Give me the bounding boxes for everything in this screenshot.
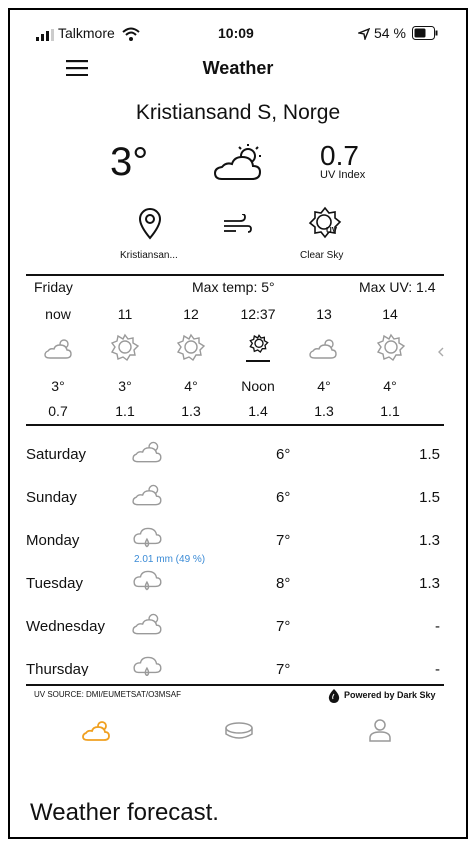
rain-cloud-icon bbox=[132, 567, 164, 598]
sky-label: Clear Sky bbox=[300, 250, 344, 261]
location-title: Kristiansand S, Norge bbox=[135, 101, 341, 124]
hour-temp: 4° bbox=[383, 378, 397, 394]
sun-icon bbox=[249, 334, 269, 359]
hour-temp: 4° bbox=[184, 378, 198, 394]
forecast-uv: 1.3 bbox=[419, 575, 440, 592]
forecast-temp: 6° bbox=[276, 446, 291, 463]
forecast-temp: 6° bbox=[276, 489, 291, 506]
rain-cloud-icon bbox=[132, 524, 164, 555]
location-info[interactable]: Kristiansan... bbox=[112, 208, 188, 264]
divider bbox=[26, 424, 444, 426]
uv-index-label: UV Index bbox=[320, 169, 366, 181]
sun-uv-icon: UV bbox=[308, 206, 342, 245]
hourly-labels: now 11 12 12:37 13 14 bbox=[0, 306, 476, 326]
hour-uv: 1.3 bbox=[181, 403, 201, 419]
weather-tab-icon[interactable] bbox=[82, 718, 112, 747]
hour-label: 14 bbox=[382, 306, 398, 322]
wind-icon[interactable] bbox=[222, 213, 252, 241]
caption: Weather forecast. bbox=[30, 799, 219, 826]
battery-icon bbox=[412, 26, 438, 45]
hourly-temps: 3° 3° 4° Noon 4° 4° bbox=[0, 378, 476, 398]
hour-uv: 1.1 bbox=[115, 403, 135, 419]
forecast-uv: - bbox=[435, 661, 440, 676]
forecast-uv: 1.3 bbox=[419, 532, 440, 549]
hour-temp: 3° bbox=[51, 378, 65, 394]
hour-temp: Noon bbox=[241, 378, 275, 394]
partly-cloudy-icon bbox=[212, 142, 266, 187]
forecast-list[interactable]: Saturday 6° 1.5 Sunday 6° 1.5 Monday 2.0… bbox=[0, 436, 476, 676]
forecast-uv: - bbox=[435, 618, 440, 635]
forecast-temp: 8° bbox=[276, 575, 291, 592]
today-max-temp: Max temp: 5° bbox=[192, 279, 275, 295]
dark-sky-logo-icon bbox=[328, 689, 340, 708]
location-short-label: Kristiansan... bbox=[120, 250, 178, 261]
partly-cloudy-icon bbox=[309, 336, 339, 365]
hour-label: 13 bbox=[316, 306, 332, 322]
divider bbox=[26, 684, 444, 686]
forecast-day: Sunday bbox=[26, 489, 77, 506]
hour-temp: 4° bbox=[317, 378, 331, 394]
forecast-row[interactable]: Tuesday 8° 1.3 bbox=[26, 565, 440, 608]
sun-icon bbox=[376, 333, 406, 368]
forecast-uv: 1.5 bbox=[419, 446, 440, 463]
svg-text:UV: UV bbox=[326, 226, 338, 235]
hour-label: 12:37 bbox=[240, 306, 276, 322]
partly-cloudy-icon bbox=[44, 336, 74, 365]
sun-icon bbox=[176, 333, 206, 368]
today-day: Friday bbox=[34, 279, 73, 295]
forecast-temp: 7° bbox=[276, 661, 291, 676]
sunscreen-tab-icon[interactable] bbox=[224, 720, 254, 747]
status-bar: Talkmore 10:09 54 % bbox=[36, 24, 440, 44]
rain-cloud-icon bbox=[132, 653, 164, 676]
forecast-day: Thursday bbox=[26, 661, 89, 676]
scroll-right-icon[interactable] bbox=[438, 344, 444, 362]
sun-icon bbox=[110, 333, 140, 368]
hour-label: 12 bbox=[183, 306, 199, 322]
forecast-day: Wednesday bbox=[26, 618, 105, 635]
carrier-label: Talkmore bbox=[58, 25, 115, 41]
forecast-temp: 7° bbox=[276, 532, 291, 549]
rain-amount: 2.01 mm (49 %) bbox=[134, 554, 206, 565]
page-title: Weather bbox=[202, 58, 274, 78]
forecast-day: Monday bbox=[26, 532, 80, 549]
uv-index-value: 0.7 bbox=[320, 140, 359, 171]
hour-uv: 1.3 bbox=[314, 403, 334, 419]
hourly-uv: 0.7 1.1 1.3 1.4 1.3 1.1 bbox=[0, 403, 476, 423]
forecast-row[interactable]: Sunday 6° 1.5 bbox=[26, 479, 440, 522]
location-pin-icon bbox=[138, 208, 162, 245]
hour-temp: 3° bbox=[118, 378, 132, 394]
partly-cloudy-icon bbox=[132, 438, 164, 469]
current-temperature: 3° bbox=[110, 140, 149, 184]
forecast-row[interactable]: Monday 2.01 mm (49 %) 7° 1.3 bbox=[26, 522, 440, 565]
today-max-uv: Max UV: 1.4 bbox=[359, 279, 436, 295]
partly-cloudy-icon bbox=[132, 610, 164, 641]
divider bbox=[26, 274, 444, 276]
profile-tab-icon[interactable] bbox=[369, 718, 391, 747]
forecast-day: Saturday bbox=[26, 446, 87, 463]
sky-info[interactable]: UV Clear Sky bbox=[296, 206, 356, 264]
current-hour-indicator bbox=[246, 360, 270, 362]
forecast-row[interactable]: Saturday 6° 1.5 bbox=[26, 436, 440, 479]
partly-cloudy-icon bbox=[132, 481, 164, 512]
forecast-row[interactable]: Wednesday 7° - bbox=[26, 608, 440, 651]
uv-source-label: UV SOURCE: DMI/EUMETSAT/O3MSAF bbox=[34, 690, 181, 699]
hour-uv: 1.1 bbox=[380, 403, 400, 419]
signal-icon bbox=[36, 28, 54, 46]
wifi-icon bbox=[122, 27, 140, 46]
location-arrow-icon bbox=[356, 27, 371, 45]
forecast-temp: 7° bbox=[276, 618, 291, 635]
forecast-row[interactable]: Thursday 7° - bbox=[26, 651, 440, 676]
powered-by-label[interactable]: Powered by Dark Sky bbox=[344, 690, 436, 700]
hour-uv: 0.7 bbox=[48, 403, 68, 419]
hour-uv: 1.4 bbox=[248, 403, 268, 419]
battery-label: 54 % bbox=[374, 25, 406, 41]
hour-label: now bbox=[45, 306, 71, 322]
forecast-uv: 1.5 bbox=[419, 489, 440, 506]
forecast-day: Tuesday bbox=[26, 575, 83, 592]
status-time: 10:09 bbox=[218, 25, 254, 41]
hour-label: 11 bbox=[117, 306, 133, 322]
